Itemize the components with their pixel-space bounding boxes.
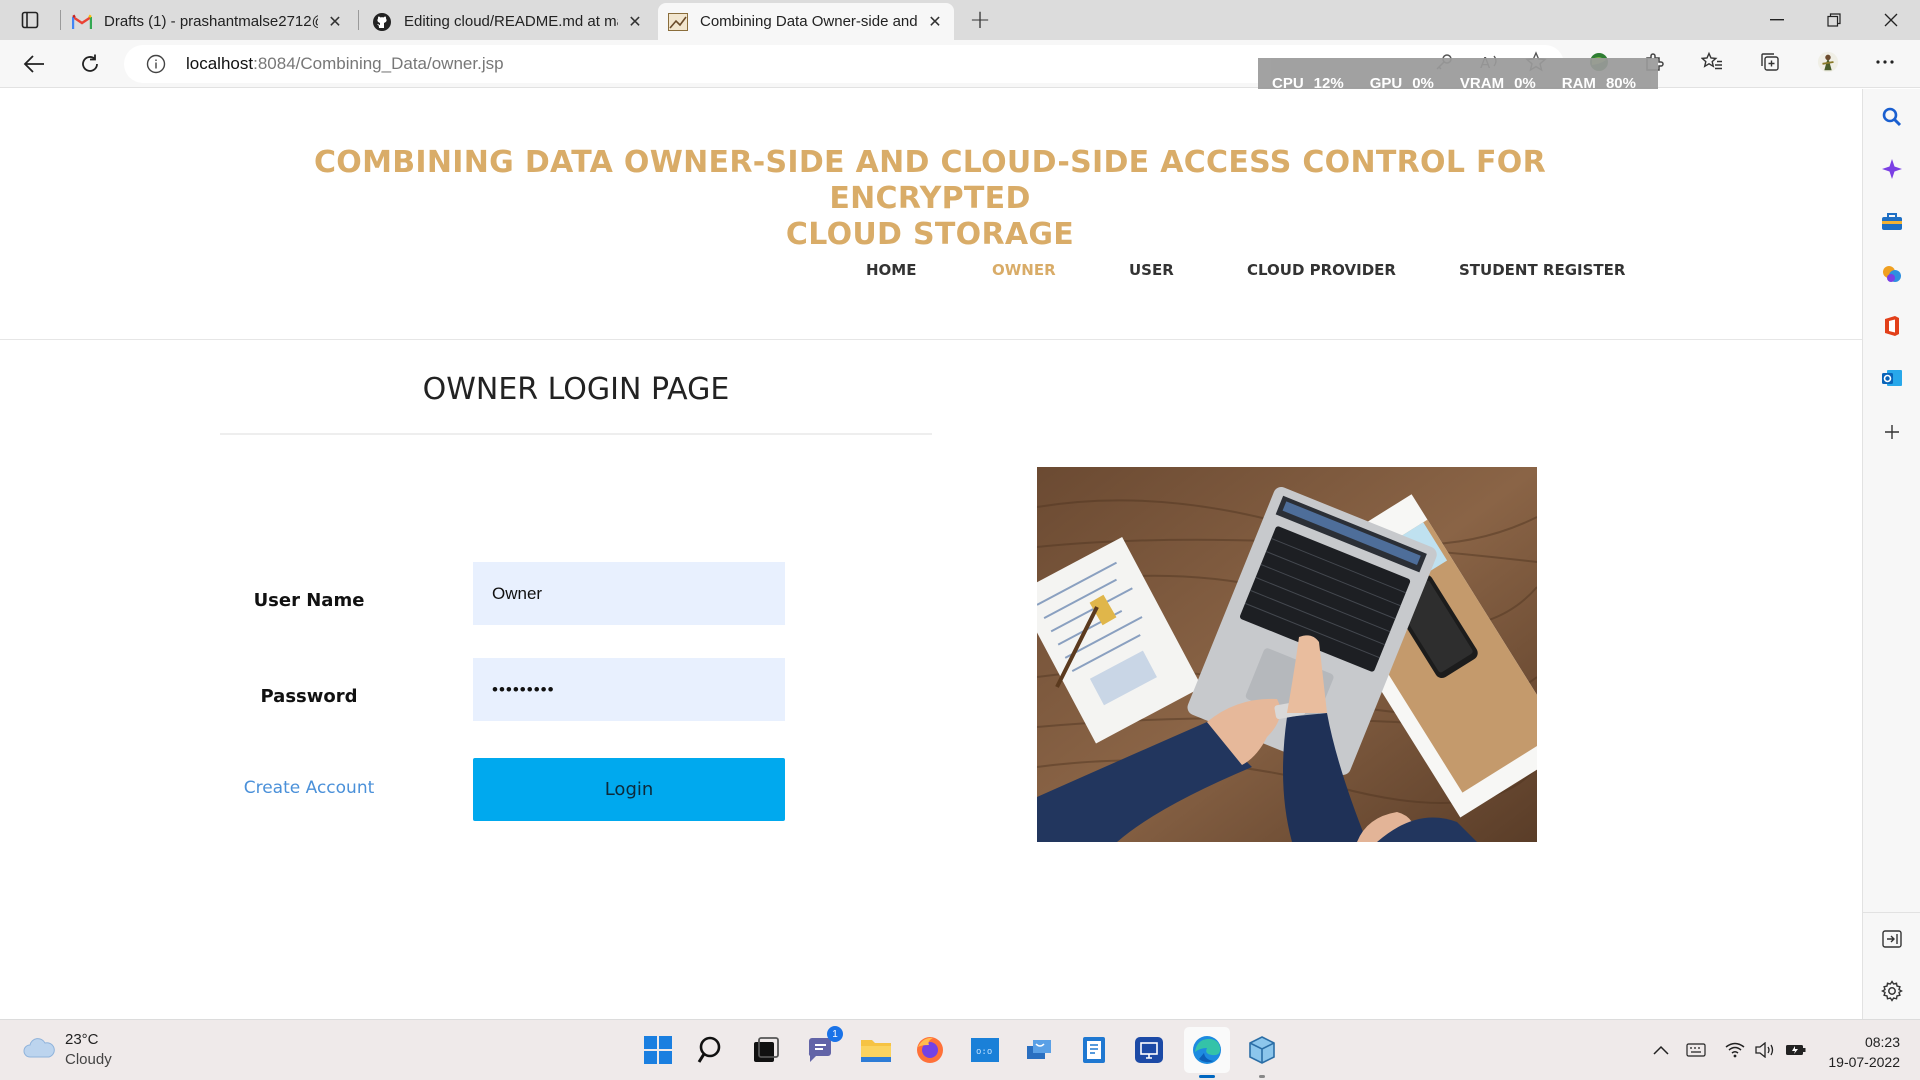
svg-text:o:o: o:o xyxy=(976,1047,992,1057)
nav-home[interactable]: HOME xyxy=(866,261,916,279)
windows-start-icon[interactable] xyxy=(640,1032,676,1068)
password-label: Password xyxy=(260,686,358,707)
tab-gmail[interactable]: Drafts (1) - prashantmalse2712@ ✕ xyxy=(62,3,354,40)
new-tab-button[interactable]: + xyxy=(966,5,994,35)
keyboard-icon[interactable] xyxy=(1685,1040,1707,1060)
edge-sidebar xyxy=(1862,89,1920,1019)
edge-browser-icon[interactable] xyxy=(1189,1032,1225,1068)
more-menu-icon[interactable] xyxy=(1874,51,1896,73)
close-tab-icon[interactable]: ✕ xyxy=(926,12,944,31)
system-clock[interactable]: 08:23 19-07-2022 xyxy=(1828,1032,1900,1072)
tab-actions-icon[interactable] xyxy=(14,8,46,32)
site-info-icon[interactable] xyxy=(146,54,166,74)
remote-desktop-icon[interactable] xyxy=(1131,1032,1167,1068)
firefox-icon[interactable] xyxy=(912,1032,948,1068)
tab-separator xyxy=(60,10,61,30)
wifi-icon[interactable] xyxy=(1724,1040,1746,1060)
discover-sparkle-icon[interactable] xyxy=(1880,157,1904,181)
taskbar: 23°C Cloudy 1 o:o 08:23 19-07-2022 xyxy=(0,1019,1920,1080)
clock-date: 19-07-2022 xyxy=(1828,1054,1900,1070)
tab-github[interactable]: Editing cloud/README.md at ma ✕ xyxy=(362,3,654,40)
tab-title: Combining Data Owner-side and xyxy=(700,13,918,30)
header-divider xyxy=(0,339,1862,340)
cloudy-weather-icon[interactable] xyxy=(22,1035,56,1063)
username-label: User Name xyxy=(253,590,365,611)
nav-user[interactable]: USER xyxy=(1129,261,1174,279)
terminal-app-icon[interactable]: o:o xyxy=(967,1032,1003,1068)
tools-briefcase-icon[interactable] xyxy=(1880,210,1904,234)
collections-icon[interactable] xyxy=(1759,51,1781,73)
hide-sidebar-icon[interactable] xyxy=(1880,927,1904,951)
close-tab-icon[interactable]: ✕ xyxy=(326,12,344,31)
volume-icon[interactable] xyxy=(1754,1040,1776,1060)
site-title: COMBINING DATA OWNER-SIDE AND CLOUD-SIDE… xyxy=(260,145,1600,253)
add-sidebar-icon[interactable] xyxy=(1880,420,1904,444)
profile-avatar[interactable] xyxy=(1817,51,1839,73)
back-icon[interactable] xyxy=(16,47,52,81)
gmail-icon xyxy=(72,12,92,32)
settings-gear-icon[interactable] xyxy=(1880,979,1904,1003)
tab-title: Editing cloud/README.md at ma xyxy=(404,13,618,30)
tab-title: Drafts (1) - prashantmalse2712@ xyxy=(104,13,318,30)
outlook-icon[interactable] xyxy=(1880,366,1904,390)
search-icon[interactable] xyxy=(694,1032,730,1068)
weather-condition[interactable]: Cloudy xyxy=(65,1051,112,1068)
nav-owner[interactable]: OWNER xyxy=(992,261,1056,279)
url-text[interactable]: localhost:8084/Combining_Data/owner.jsp xyxy=(186,54,504,74)
create-account-link[interactable]: Create Account xyxy=(220,778,398,798)
site-title-line-1: COMBINING DATA OWNER-SIDE AND CLOUD-SIDE… xyxy=(313,145,1546,216)
office-icon[interactable] xyxy=(1880,314,1904,338)
weather-temperature[interactable]: 23°C xyxy=(65,1031,99,1048)
github-icon xyxy=(372,12,392,32)
teams-badge: 1 xyxy=(827,1026,843,1042)
refresh-icon[interactable] xyxy=(72,47,108,81)
games-icon[interactable] xyxy=(1880,262,1904,286)
page-favicon xyxy=(668,12,688,32)
battery-charging-icon[interactable] xyxy=(1785,1040,1807,1060)
sidebar-divider xyxy=(1863,912,1920,913)
teams-chat-icon[interactable]: 1 xyxy=(803,1026,843,1068)
edge-running-indicator xyxy=(1199,1075,1215,1078)
site-title-line-2: CLOUD STORAGE xyxy=(785,217,1075,252)
close-tab-icon[interactable]: ✕ xyxy=(626,12,644,31)
web-page: COMBINING DATA OWNER-SIDE AND CLOUD-SIDE… xyxy=(0,89,1862,1019)
search-icon[interactable] xyxy=(1880,105,1904,129)
virtualbox-icon[interactable] xyxy=(1244,1032,1280,1068)
password-input[interactable] xyxy=(473,658,785,721)
nav-student-register[interactable]: STUDENT REGISTER xyxy=(1459,261,1625,279)
tab-combining-data[interactable]: Combining Data Owner-side and ✕ xyxy=(658,3,954,40)
url-path: :8084/Combining_Data/owner.jsp xyxy=(253,54,504,73)
login-button[interactable]: Login xyxy=(473,758,785,821)
virtualbox-running-indicator xyxy=(1259,1075,1265,1078)
close-window-icon[interactable] xyxy=(1862,0,1920,40)
username-input[interactable] xyxy=(473,562,785,625)
tab-strip: Drafts (1) - prashantmalse2712@ ✕ Editin… xyxy=(0,0,1920,40)
show-hidden-icons-chevron-icon[interactable] xyxy=(1650,1040,1672,1060)
login-heading-divider xyxy=(220,433,932,435)
remote-connection-icon[interactable] xyxy=(1021,1032,1057,1068)
minimize-icon[interactable] xyxy=(1748,0,1806,40)
task-view-icon[interactable] xyxy=(748,1032,784,1068)
favorites-list-icon[interactable] xyxy=(1701,51,1723,73)
login-heading: OWNER LOGIN PAGE xyxy=(422,372,730,407)
file-explorer-icon[interactable] xyxy=(858,1032,894,1068)
clock-time: 08:23 xyxy=(1864,1034,1900,1050)
office-photo xyxy=(1037,467,1537,842)
restore-icon[interactable] xyxy=(1805,0,1863,40)
url-host: localhost xyxy=(186,54,254,73)
document-editor-icon[interactable] xyxy=(1076,1032,1112,1068)
nav-cloud-provider[interactable]: CLOUD PROVIDER xyxy=(1247,261,1396,279)
tab-separator xyxy=(358,10,359,30)
